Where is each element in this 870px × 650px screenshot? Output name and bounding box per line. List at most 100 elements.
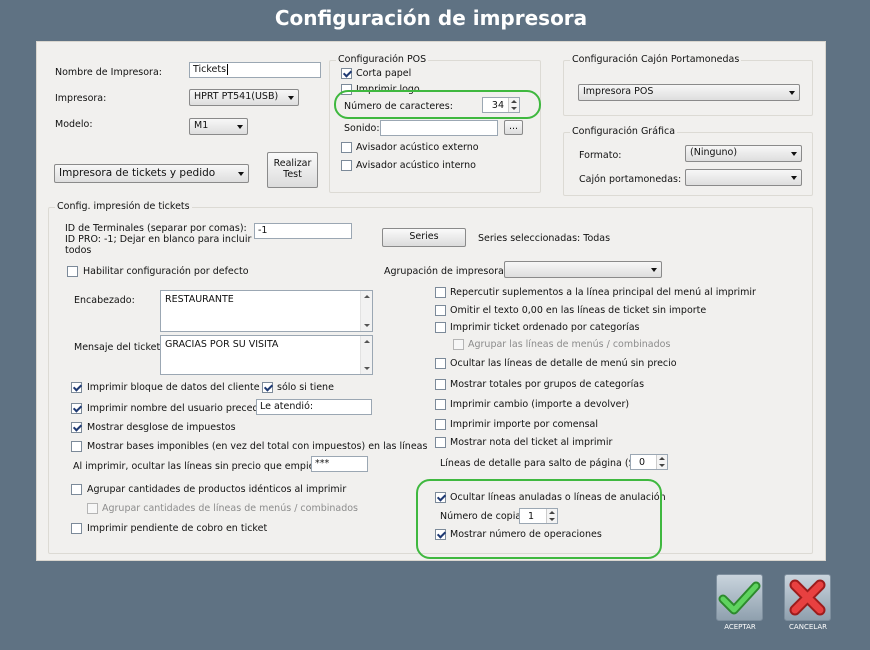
chevron-down-icon [789,91,795,95]
mensaje-value: GRACIAS POR SU VISITA [165,339,279,350]
lineas-salto-value: 0 [639,457,646,468]
scroll-up-icon[interactable] [364,295,370,298]
printer-type-select[interactable]: Impresora de tickets y pedido [54,164,249,183]
imprimir-cambio-checkbox[interactable] [435,399,446,410]
text-caret [227,64,229,75]
ordenado-categorias-checkbox[interactable] [435,322,446,333]
highlight-anulaciones [416,479,662,559]
totales-grupos-checkbox[interactable] [435,379,446,390]
agrupacion-select[interactable] [504,261,662,278]
importe-comensal-checkbox[interactable] [435,419,446,430]
spin-arrows-icon[interactable] [656,455,667,469]
encabezado-textarea[interactable]: RESTAURANTE [160,290,373,332]
drawer-select-value: Impresora POS [583,86,654,97]
printer-name-input[interactable]: Tickets [189,62,321,78]
agrupar-lineas-menus-right-label: Agrupar las líneas de menús / combinados [468,339,671,350]
terminals-input[interactable]: -1 [254,223,352,239]
highlight-num-chars [334,90,541,119]
printer-name-label: Nombre de Impresora: [55,67,162,78]
nota-ticket-label: Mostrar nota del ticket al imprimir [450,437,613,448]
aviso-interno-checkbox[interactable] [341,160,352,171]
printer-label: Impresora: [55,93,107,104]
solo-si-tiene-checkbox[interactable] [262,382,273,393]
printer-select-value: HPRT PT541(USB) [194,91,279,102]
printer-type-value: Impresora de tickets y pedido [59,167,216,179]
agrupar-cantidades-checkbox[interactable] [71,484,82,495]
drawer-select[interactable]: Impresora POS [578,84,800,101]
browse-sound-button[interactable]: ... [504,120,523,135]
omitir-texto-label: Omitir el texto 0,00 en las líneas de ti… [450,305,707,316]
imprimir-cambio-label: Imprimir cambio (importe a devolver) [450,399,630,410]
graphic-config-group: Configuración Gráfica Formato: (Ninguno)… [563,126,813,196]
importe-comensal-label: Imprimir importe por comensal [450,419,599,430]
terminals-label: ID de Terminales (separar por comas): ID… [65,223,251,256]
lineas-salto-stepper[interactable]: 0 [630,454,668,470]
model-select-value: M1 [194,120,209,131]
bloque-cliente-label: Imprimir bloque de datos del cliente [87,382,260,393]
bases-checkbox[interactable] [71,441,82,452]
pendiente-cobro-label: Imprimir pendiente de cobro en ticket [87,523,268,534]
scroll-up-icon[interactable] [364,340,370,343]
totales-grupos-label: Mostrar totales por grupos de categorías [450,379,645,390]
close-icon [789,579,826,616]
agrupar-lineas-menus-left-label: Agrupar cantidades de líneas de menús / … [102,503,359,514]
aviso-externo-checkbox[interactable] [341,142,352,153]
terminals-line1: ID de Terminales (separar por comas): [65,223,247,234]
agrupar-cantidades-label: Agrupar cantidades de productos idéntico… [87,484,347,495]
mensaje-textarea[interactable]: GRACIAS POR SU VISITA [160,335,373,375]
nombre-usuario-input[interactable]: Le atendió: [256,399,372,415]
ordenado-categorias-label: Imprimir ticket ordenado por categorías [450,322,640,333]
pos-config-title: Configuración POS [336,54,429,65]
habilitar-checkbox[interactable] [67,266,78,277]
cancel-label: CANCELAR [789,623,827,631]
bases-label: Mostrar bases imponibles (en vez del tot… [87,441,428,452]
encabezado-label: Encabezado: [74,295,135,306]
aviso-interno-label: Avisador acústico interno [356,160,476,171]
model-label: Modelo: [55,119,93,130]
mensaje-scrollbar[interactable] [360,336,372,374]
printer-name-value: Tickets [193,64,227,75]
chevron-down-icon [651,268,657,272]
solo-si-tiene-label: sólo si tiene [277,382,334,393]
scroll-down-icon[interactable] [364,367,370,370]
desglose-label: Mostrar desglose de impuestos [87,422,236,433]
omitir-texto-checkbox[interactable] [435,305,446,316]
window-title: Configuración de impresora [274,6,588,30]
corta-papel-checkbox[interactable] [341,68,352,79]
scroll-down-icon[interactable] [364,324,370,327]
corta-papel-label: Corta papel [356,68,412,79]
test-button-line2: Test [283,169,302,180]
ocultar-sin-precio-input[interactable]: *** [311,456,368,472]
cancel-button[interactable] [784,574,831,621]
chevron-down-icon [288,96,294,100]
series-button[interactable]: Series [382,228,466,247]
accept-button[interactable] [716,574,763,621]
nota-ticket-checkbox[interactable] [435,437,446,448]
chevron-down-icon [237,125,243,129]
desglose-checkbox[interactable] [71,422,82,433]
model-select[interactable]: M1 [189,118,248,135]
pendiente-cobro-checkbox[interactable] [71,523,82,534]
sonido-label: Sonido: [344,123,380,134]
agrupar-lineas-menus-right-checkbox[interactable] [453,339,464,350]
nombre-usuario-checkbox[interactable] [71,403,82,414]
ocultar-detalle-checkbox[interactable] [435,358,446,369]
cajon-select[interactable] [685,169,802,186]
printer-select[interactable]: HPRT PT541(USB) [189,89,299,106]
agrupacion-label: Agrupación de impresoras: [384,266,513,277]
series-status: Series seleccionadas: Todas [478,233,611,244]
test-button-line1: Realizar [273,158,312,169]
chevron-down-icon [791,152,797,156]
accept-label: ACEPTAR [724,623,756,631]
formato-label: Formato: [579,150,622,161]
formato-select[interactable]: (Ninguno) [685,145,802,162]
ocultar-detalle-label: Ocultar las líneas de detalle de menú si… [450,358,677,369]
bloque-cliente-checkbox[interactable] [71,382,82,393]
agrupar-lineas-menus-left-checkbox[interactable] [87,503,98,514]
repercutir-checkbox[interactable] [435,287,446,298]
cajon-label: Cajón portamonedas: [579,174,682,185]
sonido-input[interactable] [380,120,498,136]
encabezado-scrollbar[interactable] [360,291,372,331]
test-button[interactable]: Realizar Test [267,152,318,188]
lineas-salto-label: Líneas de detalle para salto de página (… [440,458,648,469]
